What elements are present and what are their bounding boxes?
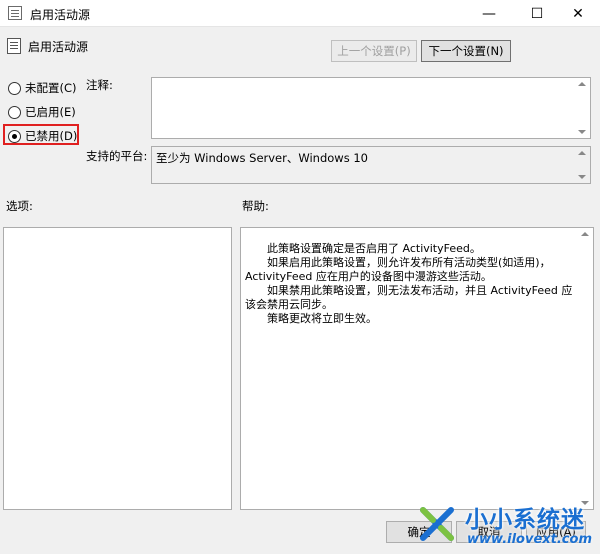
platform-label: 支持的平台: xyxy=(86,149,148,163)
help-panel: 此策略设置确定是否启用了 ActivityFeed。 如果启用此策略设置，则允许… xyxy=(240,227,594,510)
watermark: 小小系统迷 www.ilovext.com xyxy=(405,498,600,554)
radio-label: 未配置(C) xyxy=(25,81,77,95)
radio-circle[interactable] xyxy=(8,81,21,95)
scroll-down-icon[interactable] xyxy=(578,175,586,179)
next-setting-button[interactable]: 下一个设置(N) xyxy=(421,40,511,62)
comment-scrollbar[interactable] xyxy=(575,78,590,138)
previous-setting-button[interactable]: 上一个设置(P) xyxy=(331,40,417,62)
platform-field: 至少为 Windows Server、Windows 10 xyxy=(151,146,591,184)
radio-label: 已启用(E) xyxy=(25,105,76,119)
help-label: 帮助: xyxy=(242,199,269,213)
scroll-up-icon[interactable] xyxy=(578,151,586,155)
highlight-box xyxy=(3,124,79,145)
window-title: 启用活动源 xyxy=(30,8,91,22)
setting-title: 启用活动源 xyxy=(28,40,89,54)
radio-not-configured[interactable]: 未配置(C) xyxy=(8,80,77,96)
scroll-up-icon[interactable] xyxy=(578,82,586,86)
platform-value: 至少为 Windows Server、Windows 10 xyxy=(156,151,368,165)
comment-textarea[interactable] xyxy=(151,77,591,139)
comment-label: 注释: xyxy=(86,78,113,92)
watermark-title: 小小系统迷 xyxy=(465,507,585,533)
help-scrollbar[interactable] xyxy=(578,228,593,509)
policy-icon xyxy=(8,6,22,20)
radio-circle[interactable] xyxy=(8,105,21,119)
close-button[interactable]: ✕ xyxy=(556,0,600,27)
help-paragraph: 策略更改将立即生效。 xyxy=(267,312,377,325)
maximize-button[interactable]: ☐ xyxy=(515,0,559,27)
watermark-url: www.ilovext.com xyxy=(467,532,592,547)
watermark-logo-icon xyxy=(420,507,454,541)
setting-icon xyxy=(7,38,21,54)
help-paragraph: 此策略设置确定是否启用了 ActivityFeed。 xyxy=(267,242,481,255)
scroll-down-icon[interactable] xyxy=(578,130,586,134)
help-paragraph: 如果禁用此策略设置，则无法发布活动，并且 ActivityFeed 应该会禁用云… xyxy=(245,284,573,311)
title-bar: 启用活动源 — ☐ ✕ xyxy=(0,0,600,27)
scroll-up-icon[interactable] xyxy=(581,232,589,236)
help-paragraph: 如果启用此策略设置，则允许发布所有活动类型(如适用)，ActivityFeed … xyxy=(245,256,551,283)
radio-enabled[interactable]: 已启用(E) xyxy=(8,104,76,120)
help-text: 此策略设置确定是否启用了 ActivityFeed。 如果启用此策略设置，则允许… xyxy=(245,242,575,326)
minimize-button[interactable]: — xyxy=(467,0,511,27)
platform-scrollbar[interactable] xyxy=(575,147,590,183)
options-panel xyxy=(3,227,232,510)
options-label: 选项: xyxy=(6,199,33,213)
